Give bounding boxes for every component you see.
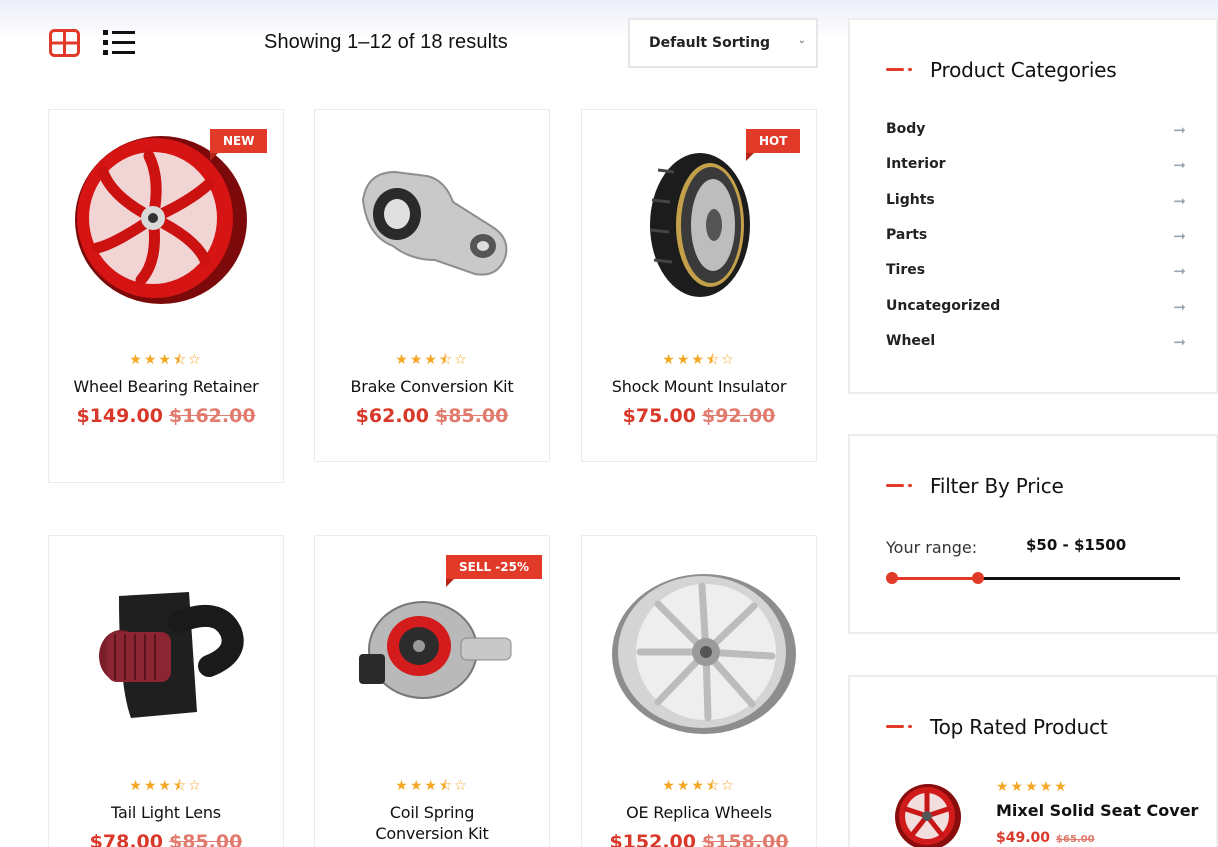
title-accent-icon (886, 725, 904, 728)
product-rating: ★★★⯪☆ (129, 352, 203, 368)
range-value: $50 - $1500 (1026, 536, 1127, 554)
title-accent-dot-icon (908, 68, 912, 71)
category-item[interactable]: Wheel ➞ (886, 333, 1186, 353)
product-card[interactable]: SELL -25% ★★★⯪☆ Coil Spring Conversion Kit (314, 535, 550, 847)
top-rated-price-current: $49.00 (996, 830, 1051, 846)
categories-title: Product Categories (930, 58, 1117, 82)
title-accent-dot-icon (908, 484, 912, 487)
price-current: $62.00 (355, 405, 429, 427)
chevron-down-icon: ⌄ (797, 35, 806, 46)
product-image[interactable] (315, 110, 549, 340)
product-categories-widget: Product Categories Body ➞ Interior ➞ Lights ➞… (848, 18, 1218, 394)
product-title[interactable]: OE Replica Wheels (592, 802, 806, 823)
product-rating: ★★★⯪☆ (662, 352, 736, 368)
grid-view-icon[interactable] (49, 29, 80, 57)
category-item[interactable]: Tires ➞ (886, 262, 1186, 282)
top-rated-price-old: $65.00 (1056, 834, 1095, 845)
arrow-right-icon: ➞ (1173, 333, 1186, 351)
product-card[interactable]: ★★★⯪☆ Brake Conversion Kit $62.00 $85.00 (314, 109, 550, 462)
product-card[interactable]: ★★★⯪☆ Tail Light Lens $78.00 $85.00 (48, 535, 284, 847)
title-accent-icon (886, 484, 904, 487)
price-old: $162.00 (169, 405, 256, 427)
price-slider-fill (892, 577, 979, 580)
arrow-right-icon: ➞ (1173, 122, 1186, 139)
price-filter-widget: Filter By Price Your range: $50 - $1500 (848, 434, 1218, 634)
top-rated-widget: Top Rated Product ★★★★★ Mixel Solid Seat… (848, 675, 1218, 847)
arrow-right-icon: ➞ (1173, 192, 1186, 210)
product-rating: ★★★⯪☆ (395, 778, 469, 794)
product-price: $149.00 $162.00 (49, 405, 283, 427)
title-accent-dot-icon (908, 725, 912, 728)
price-current: $152.00 (609, 831, 696, 847)
product-title[interactable]: Brake Conversion Kit (325, 376, 539, 397)
price-old: $85.00 (169, 831, 243, 847)
product-title[interactable]: Shock Mount Insulator (592, 376, 806, 397)
arrow-right-icon: ➞ (1173, 263, 1186, 281)
product-rating: ★★★⯪☆ (129, 778, 203, 794)
category-label: Tires (886, 262, 926, 279)
product-badge: HOT (746, 129, 801, 161)
price-old: $85.00 (435, 405, 509, 427)
product-price: $75.00 $92.00 (582, 405, 816, 427)
product-title[interactable]: Wheel Bearing Retainer (59, 376, 273, 397)
price-old: $92.00 (702, 405, 776, 427)
price-slider-min-handle[interactable] (886, 572, 898, 584)
filter-title: Filter By Price (930, 474, 1064, 498)
product-card[interactable]: NEW ★★★⯪☆ Wheel Bearing Retainer $149.00 $16… (48, 109, 284, 483)
category-label: Interior (886, 156, 946, 173)
title-accent-icon (886, 68, 904, 71)
category-label: Uncategorized (886, 297, 1001, 314)
arrow-right-icon: ➞ (1173, 227, 1186, 245)
product-price: $152.00 $158.00 (582, 831, 816, 847)
product-card[interactable]: HOT ★★★⯪☆ Shock Mount Insulator $75.00 $92.0… (581, 109, 817, 462)
category-label: Body (886, 121, 926, 137)
product-rating: ★★★⯪☆ (662, 778, 736, 794)
product-title[interactable]: Coil Spring Conversion Kit (355, 802, 509, 844)
product-price: $78.00 $85.00 (49, 831, 283, 847)
top-rated-title: Top Rated Product (930, 715, 1108, 739)
product-rating: ★★★⯪☆ (395, 352, 469, 368)
list-view-icon[interactable] (103, 29, 135, 56)
category-item[interactable]: Interior ➞ (886, 156, 1186, 176)
product-image[interactable] (49, 536, 283, 766)
category-item[interactable]: Body ➞ (886, 121, 1186, 141)
price-current: $75.00 (622, 405, 696, 427)
sorting-value: Default Sorting (649, 35, 771, 51)
arrow-right-icon: ➞ (1173, 157, 1186, 175)
top-rated-product-image[interactable] (892, 781, 966, 847)
result-count: Showing 1–12 of 18 results (264, 31, 508, 53)
product-price: $62.00 $85.00 (315, 405, 549, 427)
category-label: Parts (886, 226, 928, 243)
category-label: Lights (886, 191, 935, 208)
category-item[interactable]: Uncategorized ➞ (886, 298, 1186, 318)
top-rated-product-name[interactable]: Mixel Solid Seat Cover (996, 801, 1198, 820)
price-old: $158.00 (702, 831, 789, 847)
product-card[interactable]: ★★★⯪☆ OE Replica Wheels $152.00 $158.00 (581, 535, 817, 847)
category-item[interactable]: Parts ➞ (886, 227, 1186, 247)
price-current: $149.00 (76, 405, 163, 427)
range-label: Your range: (886, 538, 978, 557)
product-title[interactable]: Tail Light Lens (59, 802, 273, 823)
sorting-select[interactable]: Default Sorting ⌄ (628, 18, 818, 68)
product-badge: NEW (210, 129, 268, 161)
arrow-right-icon: ➞ (1173, 298, 1186, 316)
price-current: $78.00 (89, 831, 163, 847)
top-rated-rating: ★★★★★ (996, 779, 1069, 795)
product-image[interactable] (582, 536, 816, 766)
top-rated-product-price: $49.00 $65.00 (996, 827, 1095, 846)
price-slider-max-handle[interactable] (972, 572, 985, 584)
category-item[interactable]: Lights ➞ (886, 192, 1186, 212)
category-label: Wheel (886, 332, 936, 349)
product-badge: SELL -25% (446, 555, 543, 587)
